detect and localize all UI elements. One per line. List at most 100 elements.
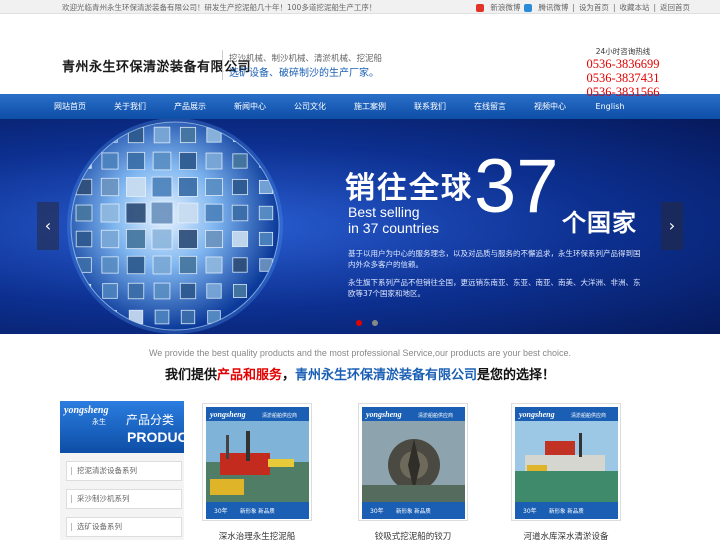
globe-photo-tile <box>258 231 274 247</box>
globe-photo-tile <box>77 310 91 324</box>
category-item[interactable]: 采沙制沙机系列 <box>66 489 182 509</box>
card-badge: 30年 <box>370 507 384 515</box>
globe-photo-tile <box>152 151 172 171</box>
banner-dot[interactable] <box>372 320 378 326</box>
globe-photo-tile <box>150 201 174 225</box>
nav-about[interactable]: 关于我们 <box>100 94 160 119</box>
nav-contact[interactable]: 联系我们 <box>400 94 460 119</box>
divider: | <box>572 3 575 12</box>
link-back-home[interactable]: 返回首页 <box>660 2 690 13</box>
product-title[interactable]: 河道水库深水清淤设备 <box>511 530 621 542</box>
category-item[interactable]: 挖泥清淤设备系列 <box>66 461 182 481</box>
slogan-part: 是您的选择！ <box>477 368 556 383</box>
globe-photo-tile <box>101 152 119 170</box>
welcome-text: 欢迎光临青州永生环保清淤装备有限公司！研发生产挖泥船几十年！100多道挖泥船生产… <box>62 3 377 12</box>
globe-photo-tile <box>205 178 223 196</box>
card-tag: 清淤船舶供应商 <box>571 412 606 419</box>
globe-photo-tile <box>126 177 146 197</box>
slogan-english: We provide the best quality products and… <box>148 348 572 358</box>
top-links: 新浪微博 腾讯微博 | 设为首页 | 收藏本站 | 返回首页 <box>476 2 690 13</box>
globe-photo-tile <box>232 257 248 273</box>
divider: | <box>612 3 616 12</box>
banner-prev-button[interactable]: ‹ <box>37 202 59 250</box>
globe-photo-tile <box>100 229 120 249</box>
slogan-chinese: 我们提供产品和服务，青州永生环保清淤装备有限公司是您的选择！ <box>0 364 720 383</box>
product-card[interactable]: yongsheng 清淤船舶供应商 30年 新形象 新品质 <box>202 403 312 521</box>
product-card[interactable]: yongsheng 清淤船舶供应商 30年 新形象 新品质 <box>511 403 621 521</box>
globe-photo-tile <box>260 311 272 323</box>
product-image: yongsheng 清淤船舶供应商 30年 新形象 新品质 <box>515 407 618 519</box>
globe-photo-tile <box>100 177 120 197</box>
globe-photo-tile <box>75 230 93 248</box>
globe-photo-tile <box>205 152 223 170</box>
globe-photo-tile <box>153 126 171 144</box>
globe-photo-tile <box>177 202 199 224</box>
globe-photo-tile <box>232 153 248 169</box>
globe-photo-tile <box>178 177 198 197</box>
globe-photo-tile <box>206 283 222 299</box>
globe-photo-tile <box>178 229 198 249</box>
link-set-homepage[interactable]: 设为首页 <box>579 2 609 13</box>
product-image: yongsheng 清淤船舶供应商 30年 新形象 新品质 <box>362 407 465 519</box>
card-note: 新形象 新品质 <box>240 507 275 515</box>
hero-banner: 销往全球 37 个国家 Best selling in 37 countries… <box>0 119 720 334</box>
weibo-icon <box>476 3 485 12</box>
category-list: 挖泥清淤设备系列 采沙制沙机系列 选矿设备系列 <box>60 461 184 537</box>
nav-message[interactable]: 在线留言 <box>460 94 520 119</box>
globe-photo-tile <box>178 151 198 171</box>
globe-photo-tile <box>153 282 171 300</box>
globe-photo-tile <box>126 255 146 275</box>
category-header: yongsheng 永生 产品分类 PRODUCTS <box>60 401 206 453</box>
nav-news[interactable]: 新闻中心 <box>220 94 280 119</box>
brand-logo-cn: 永生 <box>92 418 106 426</box>
phone-number: 0536-3837431 <box>586 71 660 85</box>
globe-photo-tile <box>102 283 118 299</box>
headline-number: 37 <box>474 144 559 229</box>
link-bookmark[interactable]: 收藏本站 <box>619 2 649 13</box>
nav-video[interactable]: 视频中心 <box>520 94 580 119</box>
card-tag: 清淤船舶供应商 <box>262 412 297 419</box>
phone-number: 0536-3831566 <box>586 85 660 99</box>
card-note: 新形象 新品质 <box>549 507 584 515</box>
globe-photo-tile <box>204 229 224 249</box>
headline-en-line2: in 37 countries <box>348 220 440 236</box>
globe-photo-tile <box>231 230 249 248</box>
product-title[interactable]: 铰吸式挖泥船的铰刀 <box>358 530 468 542</box>
headline-sell-worldwide: 销往全球 <box>345 171 473 206</box>
globe-photo-tile <box>180 309 196 325</box>
slogan-part: ， <box>281 368 295 383</box>
nav-products[interactable]: 产品展示 <box>160 94 220 119</box>
product-title[interactable]: 深水治理永生挖泥船 <box>202 530 312 542</box>
globe-photo-tile <box>233 284 247 298</box>
banner-next-button[interactable]: › <box>661 202 683 250</box>
product-card[interactable]: yongsheng 清淤船舶供应商 30年 新形象 新品质 <box>358 403 468 521</box>
link-sina-weibo[interactable]: 新浪微博 <box>490 2 520 13</box>
hotline: 24小时咨询热线 0536-3836699 0536-3837431 0536-… <box>584 46 662 99</box>
nav-cases[interactable]: 施工案例 <box>340 94 400 119</box>
globe-photo-tile <box>126 151 146 171</box>
card-note: 新形象 新品质 <box>396 507 431 515</box>
card-brand: yongsheng <box>365 410 402 419</box>
category-item[interactable]: 选矿设备系列 <box>66 517 182 537</box>
globe-photo-tile <box>100 203 120 223</box>
globe-photo-tile <box>204 203 224 223</box>
nav-culture[interactable]: 公司文化 <box>280 94 340 119</box>
globe-photo-tile <box>75 204 93 222</box>
header-divider <box>222 50 223 80</box>
link-tencent-weibo[interactable]: 腾讯微博 <box>538 2 568 13</box>
globe-photo-tile <box>231 204 249 222</box>
globe-photo-tile <box>259 128 273 142</box>
globe-photo-tile <box>127 282 145 300</box>
headline-countries: 个国家 <box>562 209 637 237</box>
header: 青州永生环保清淤装备有限公司 挖沙机械、制沙机械、清淤机械、挖泥船 选矿设备、破… <box>0 14 720 99</box>
globe-photo-tile <box>154 309 170 325</box>
banner-paragraph-1: 基于以用户为中心的服务理念，以及对品质与服务的不懈追求，永生环保系列产品得到国内… <box>348 249 641 269</box>
nav-home[interactable]: 网站首页 <box>40 94 100 119</box>
globe-photo-tile <box>125 202 147 224</box>
banner-dot[interactable] <box>356 320 362 326</box>
banner-pagination <box>356 320 378 326</box>
slogan-highlight: 产品和服务 <box>216 368 282 383</box>
slogan-company: 青州永生环保清淤装备有限公司 <box>295 368 478 383</box>
globe-photo-tile <box>179 126 197 144</box>
header-tagline-2: 选矿设备、破碎制沙的生产厂家。 <box>229 68 379 79</box>
